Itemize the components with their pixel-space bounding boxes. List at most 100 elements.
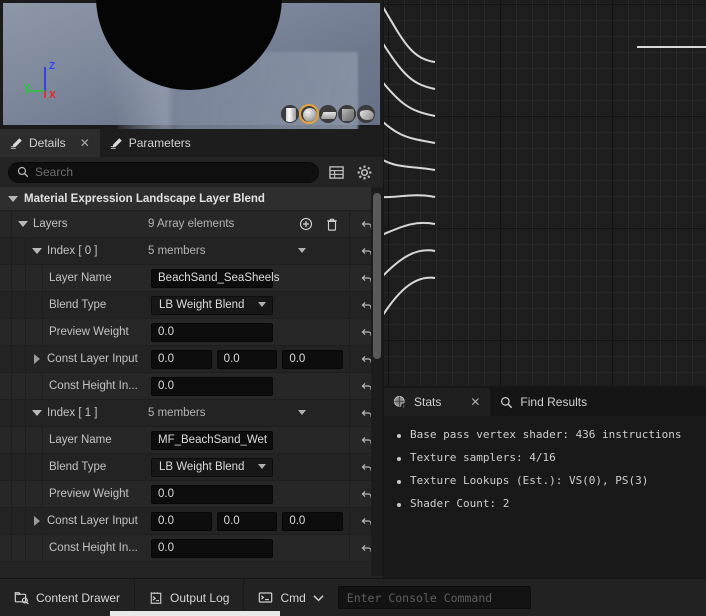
property-row-blend-type[interactable]: Blend Type LB Weight Blend [0,292,383,319]
output-log-label: Output Log [170,590,230,605]
close-icon[interactable]: ✕ [80,137,90,149]
chevron-down-icon[interactable] [298,247,307,256]
add-circle-icon[interactable] [299,217,313,231]
property-row-const-layer-input[interactable]: Const Layer Input 0.0 0.0 0.0 [0,508,383,535]
property-label-layers: Layers [33,218,68,230]
chevron-down-icon[interactable] [32,246,42,256]
const-height-input[interactable]: 0.0 [151,538,273,558]
property-label-const-height-input: Const Height In... [49,542,138,554]
property-row-preview-weight[interactable]: Preview Weight 0.0 [0,481,383,508]
property-row-layer-name[interactable]: Layer Name MF_BeachSand_Wet [0,427,383,454]
stats-sphere-icon: i [393,395,407,409]
property-label-const-layer-input: Const Layer Input [47,353,138,365]
element-index-label: Index [ 1 ] [47,407,98,419]
stats-line-text: Texture samplers: 4/16 [410,451,556,464]
property-row-layers[interactable]: Layers 9 Array elements [0,211,383,238]
console-command-input[interactable]: Enter Console Command [337,586,531,609]
const-layer-input-x[interactable]: 0.0 [151,349,212,369]
property-label-layer-name: Layer Name [49,434,112,446]
preview-shape-sphere-button[interactable] [300,105,318,123]
tab-details-label: Details [29,136,66,150]
material-graph-canvas[interactable]: Layer Blend Layer BeachSand_SeaSheels La… [383,0,706,388]
element-members-summary: 5 members [148,407,206,419]
property-row-index[interactable]: Index [ 0 ] 5 members [0,238,383,265]
stats-list: Base pass vertex shader: 436 instruction… [383,416,706,510]
property-row-index[interactable]: Index [ 1 ] 5 members [0,400,383,427]
tab-parameters[interactable]: Parameters [100,129,201,157]
property-row-const-height-input[interactable]: Const Height In... 0.0 [0,373,383,400]
search-icon [17,166,29,178]
tab-details[interactable]: Details ✕ [0,129,100,157]
chevron-down-icon [258,301,267,310]
cmd-label: Cmd [280,590,306,605]
const-layer-input-x[interactable]: 0.0 [151,511,212,531]
trash-icon[interactable] [325,217,339,231]
preview-shape-cylinder-button[interactable] [281,105,299,123]
tab-find-results[interactable]: Find Results [490,388,597,416]
property-category-label: Material Expression Landscape Layer Blen… [24,192,265,205]
blend-type-dropdown[interactable]: LB Weight Blend [151,295,273,315]
preview-shape-toolbar[interactable] [281,105,375,123]
const-layer-input-y[interactable]: 0.0 [216,349,278,369]
layers-array-count: 9 Array elements [148,218,235,230]
property-category-row[interactable]: Material Expression Landscape Layer Blen… [0,187,383,211]
axis-gizmo: Z Y X [24,58,80,101]
tab-parameters-label: Parameters [128,136,191,150]
const-layer-input-z[interactable]: 0.0 [282,349,344,369]
chevron-down-icon[interactable] [8,194,18,204]
details-tabbar: Details ✕ Parameters [0,129,383,157]
drawer-icon [14,590,29,605]
edit-pencil-icon [10,137,23,150]
chevron-right-icon[interactable] [32,354,42,364]
property-row-const-layer-input[interactable]: Const Layer Input 0.0 0.0 0.0 [0,346,383,373]
status-bar-spacer [531,579,706,616]
blend-type-dropdown[interactable]: LB Weight Blend [151,457,273,477]
details-scrollbar-track[interactable] [371,187,383,576]
chevron-down-icon[interactable] [298,409,307,418]
property-table: Material Expression Landscape Layer Blen… [0,187,383,576]
stats-tabbar: i Stats ✕ Find Results [383,388,706,416]
stats-panel: i Stats ✕ Find Results Base pass vertex … [383,388,706,578]
const-height-input[interactable]: 0.0 [151,376,273,396]
property-label-preview-weight: Preview Weight [49,488,129,500]
bullet-icon [397,457,401,461]
preview-shape-cube-button[interactable] [338,105,356,123]
stats-line: Shader Count: 2 [397,497,706,510]
material-preview-viewport[interactable]: Z Y X [0,0,383,129]
chevron-right-icon[interactable] [32,516,42,526]
chevron-down-icon[interactable] [313,591,324,605]
axis-label-x: X [49,90,56,101]
preview-weight-input[interactable]: 0.0 [151,484,273,504]
details-panel: Details ✕ Parameters Search Material Exp… [0,129,383,578]
close-icon[interactable]: ✕ [470,395,480,409]
panel-divider-vertical[interactable] [383,0,384,578]
const-layer-input-z[interactable]: 0.0 [282,511,344,531]
element-index-label: Index [ 0 ] [47,245,98,257]
chevron-down-icon[interactable] [32,408,42,418]
property-row-blend-type[interactable]: Blend Type LB Weight Blend [0,454,383,481]
grid-view-icon[interactable] [325,161,347,183]
layer-name-input[interactable]: BeachSand_SeaSheels [151,268,280,288]
log-icon [149,591,163,605]
panel-divider-horizontal[interactable] [383,386,706,388]
tab-stats[interactable]: i Stats ✕ [383,388,491,416]
const-layer-input-y[interactable]: 0.0 [216,511,278,531]
preview-weight-input[interactable]: 0.0 [151,322,273,342]
stats-line-text: Texture Lookups (Est.): VS(0), PS(3) [410,474,649,487]
gear-icon[interactable] [353,161,375,183]
details-scrollbar-thumb[interactable] [373,193,381,359]
chevron-down-icon[interactable] [18,219,28,229]
search-placeholder: Search [35,165,74,179]
property-label-blend-type: Blend Type [49,461,107,473]
stats-line: Base pass vertex shader: 436 instruction… [397,428,706,441]
edit-pencil-icon [110,137,123,150]
search-input[interactable]: Search [8,161,319,183]
stats-line-text: Shader Count: 2 [410,497,510,510]
property-row-const-height-input[interactable]: Const Height In... 0.0 [0,535,383,562]
preview-shape-custom-mesh-button[interactable] [357,105,375,123]
preview-shape-plane-button[interactable] [319,105,337,123]
axis-label-y: Y [24,83,31,94]
layer-name-input[interactable]: MF_BeachSand_Wet [151,430,273,450]
property-row-layer-name[interactable]: Layer Name BeachSand_SeaSheels [0,265,383,292]
property-row-preview-weight[interactable]: Preview Weight 0.0 [0,319,383,346]
